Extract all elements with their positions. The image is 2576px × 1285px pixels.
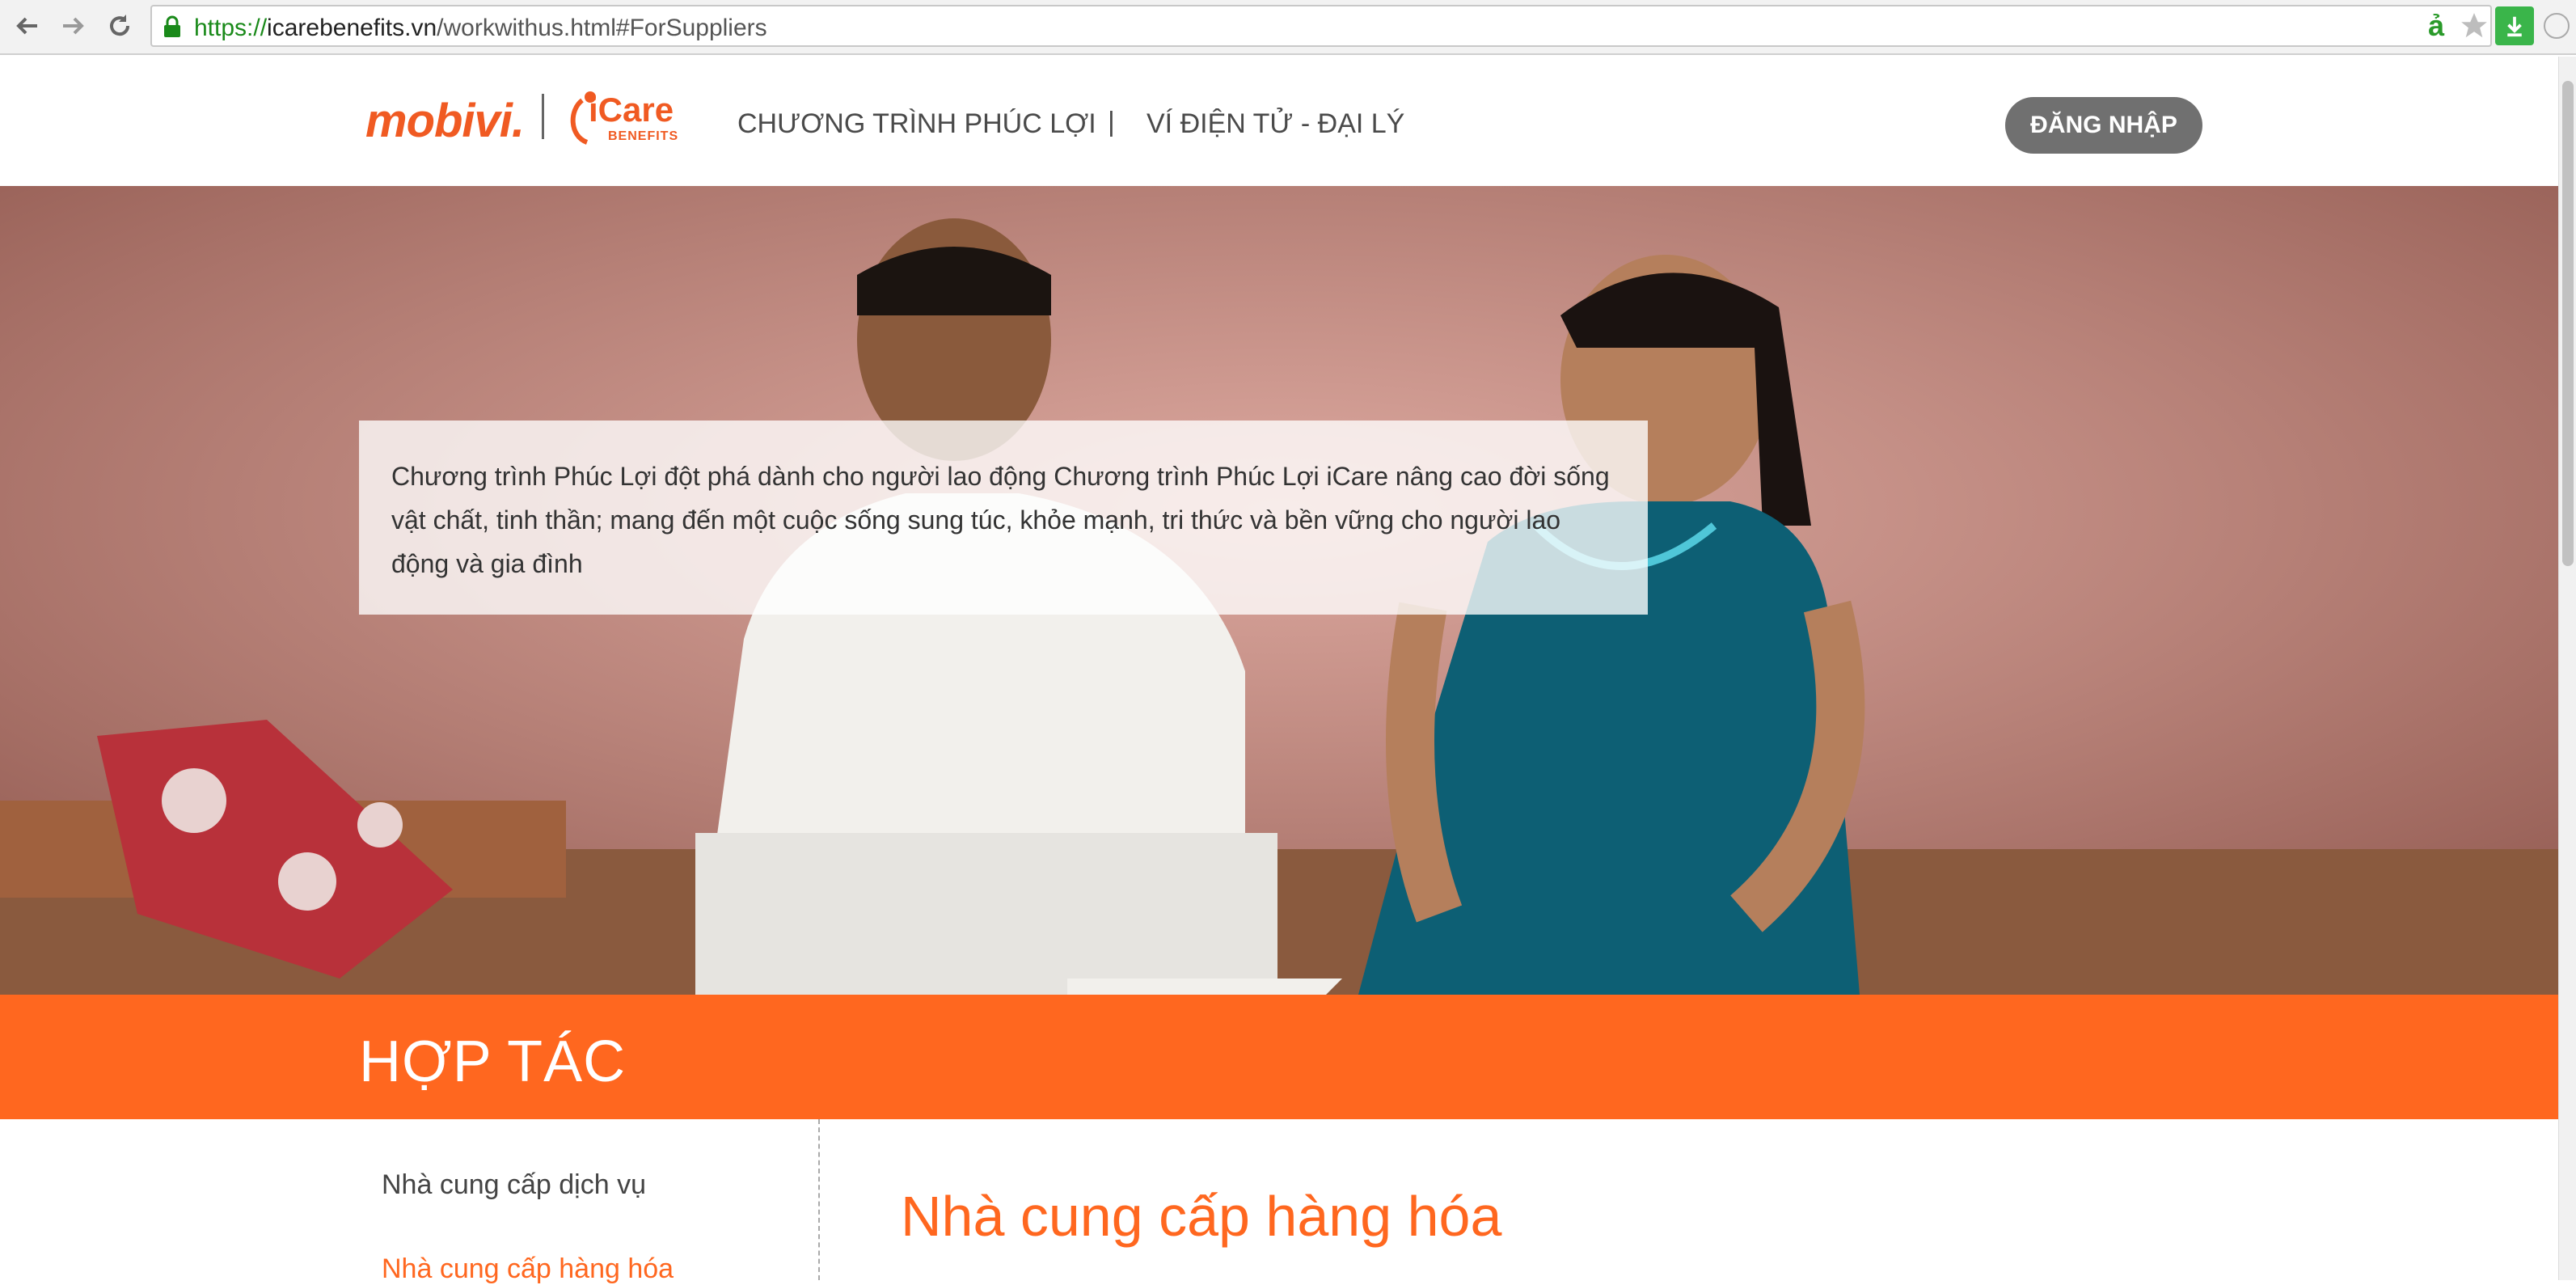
extension-icon[interactable]: ả xyxy=(2422,6,2450,45)
nav-e-wallet-agent[interactable]: VÍ ĐIỆN TỬ - ĐẠI LÝ xyxy=(1147,108,1404,140)
forward-arrow-icon[interactable] xyxy=(57,10,89,42)
icare-logo-text: iCare xyxy=(589,91,674,129)
logo-divider xyxy=(542,94,544,139)
content-title: Nhà cung cấp hàng hóa xyxy=(901,1185,1502,1248)
back-arrow-icon[interactable] xyxy=(11,10,44,42)
section-header-band: HỢP TÁC xyxy=(0,995,2558,1119)
sidebar-divider xyxy=(818,1119,820,1280)
sidebar-item-goods-suppliers[interactable]: Nhà cung cấp hàng hóa xyxy=(382,1253,674,1285)
download-icon[interactable] xyxy=(2495,6,2534,45)
address-bar[interactable]: https://icarebenefits.vn/workwithus.html… xyxy=(150,5,2492,47)
lock-icon xyxy=(162,15,183,43)
url-scheme: https:// xyxy=(194,15,268,41)
browser-toolbar: https://icarebenefits.vn/workwithus.html… xyxy=(0,0,2576,55)
hero-caption-box: Chương trình Phúc Lợi đột phá dành cho n… xyxy=(359,421,1648,615)
url-text: https://icarebenefits.vn/workwithus.html… xyxy=(194,15,767,42)
hero-banner: Chương trình Phúc Lợi đột phá dành cho n… xyxy=(0,186,2558,995)
menu-circle-icon[interactable] xyxy=(2540,6,2573,45)
site-header: mobivi. iCare BENEFITS CHƯƠNG TRÌNH PHÚC… xyxy=(0,57,2558,186)
mobivi-logo[interactable]: mobivi. xyxy=(365,94,525,148)
scrollbar-thumb[interactable] xyxy=(2562,81,2574,566)
nav-divider: | xyxy=(1108,107,1115,137)
url-domain: icarebenefits.vn xyxy=(267,15,437,41)
section-title: HỢP TÁC xyxy=(359,1029,627,1094)
icare-logo[interactable]: iCare BENEFITS xyxy=(566,86,687,150)
content-area: Nhà cung cấp dịch vụ Nhà cung cấp hàng h… xyxy=(0,1119,2558,1284)
star-icon[interactable] xyxy=(2456,6,2492,45)
hero-caption-text: Chương trình Phúc Lợi đột phá dành cho n… xyxy=(391,462,1610,578)
page-scrollbar[interactable] xyxy=(2558,57,2576,1280)
sidebar-item-service-suppliers[interactable]: Nhà cung cấp dịch vụ xyxy=(382,1169,646,1201)
nav-welfare-program[interactable]: CHƯƠNG TRÌNH PHÚC LỢI xyxy=(737,108,1096,140)
icare-logo-subtext: BENEFITS xyxy=(608,129,679,143)
login-button[interactable]: ĐĂNG NHẬP xyxy=(2005,97,2202,154)
reload-icon[interactable] xyxy=(103,10,136,42)
url-path: /workwithus.html#ForSuppliers xyxy=(437,15,767,41)
